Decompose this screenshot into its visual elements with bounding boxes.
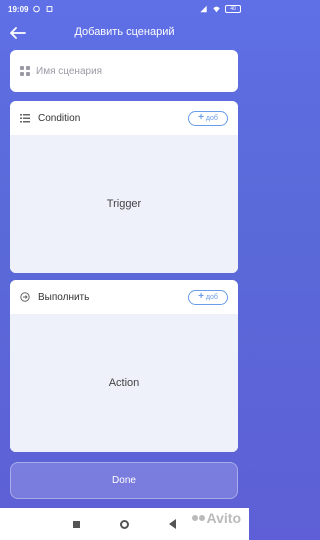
alarm-icon (47, 6, 53, 12)
top-bar: Добавить сценарий (0, 22, 249, 44)
wifi-icon (213, 6, 220, 13)
action-label: Выполнить (38, 291, 90, 303)
scenario-name-placeholder: Имя сценария (36, 65, 103, 77)
signal-icon (200, 5, 207, 13)
trigger-label: Trigger (106, 198, 142, 210)
status-bar: 19:09 40 (0, 0, 249, 18)
sync-icon (33, 5, 41, 13)
plus-icon: + (198, 291, 204, 302)
action-card: Выполнить + доб Action (10, 280, 238, 452)
add-condition-label: доб (205, 114, 218, 122)
trigger-area[interactable]: Trigger (10, 135, 238, 273)
action-area[interactable]: Action (10, 314, 238, 452)
watermark-text: Avito (206, 510, 241, 526)
recents-button[interactable] (73, 520, 80, 528)
action-body-label: Action (108, 377, 140, 389)
status-time: 19:09 (8, 4, 29, 14)
condition-label: Condition (38, 112, 81, 124)
grid-icon (20, 66, 30, 76)
plus-icon: + (198, 112, 204, 123)
add-action-button[interactable]: + доб (188, 289, 228, 305)
scenario-name-field[interactable]: Имя сценария (10, 50, 238, 92)
battery-icon: 40 (225, 5, 241, 13)
home-button[interactable] (120, 519, 129, 529)
condition-header: Condition + доб (10, 101, 238, 135)
action-header: Выполнить + доб (10, 280, 238, 314)
done-label: Done (112, 475, 136, 486)
avito-logo-icon (191, 515, 205, 521)
done-button[interactable]: Done (10, 462, 238, 499)
add-condition-button[interactable]: + доб (188, 110, 228, 126)
add-action-label: доб (205, 293, 218, 301)
battery-level: 40 (230, 6, 236, 12)
condition-card: Condition + доб Trigger (10, 101, 238, 273)
avito-watermark: Avito (191, 510, 241, 526)
system-back-button[interactable] (169, 519, 176, 529)
page-title: Добавить сценарий (74, 26, 175, 38)
list-icon (20, 113, 30, 122)
arrow-right-circle-icon (20, 292, 30, 302)
